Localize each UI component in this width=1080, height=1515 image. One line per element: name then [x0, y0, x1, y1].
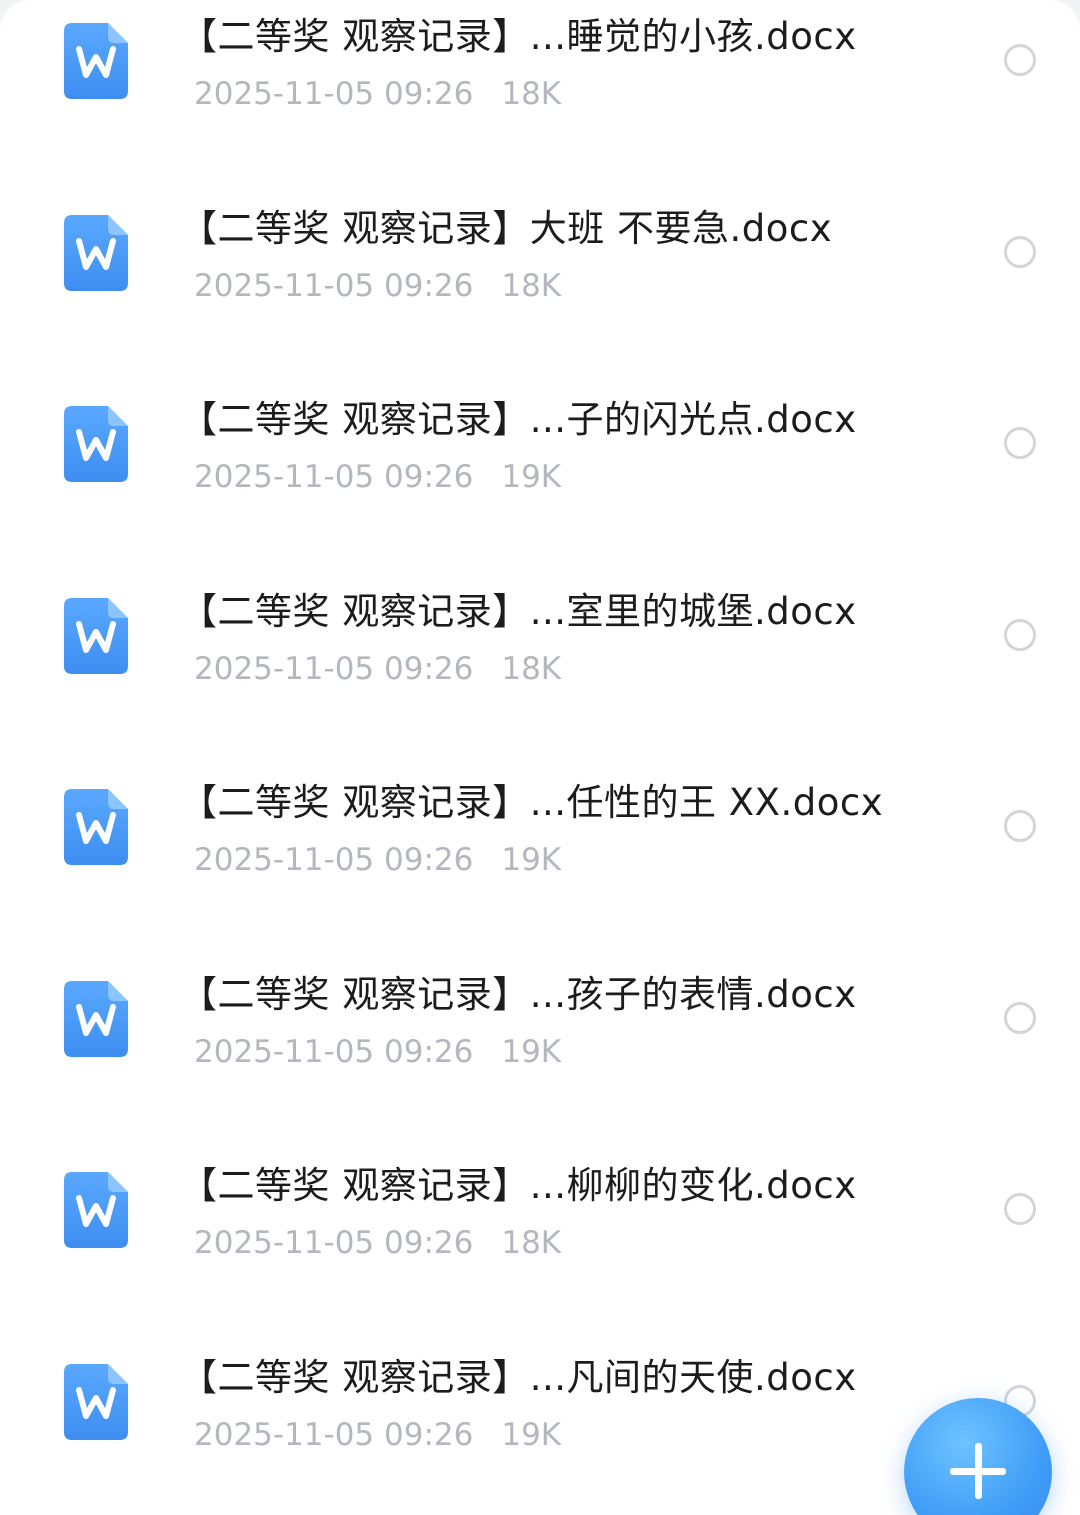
file-list-sheet: 【二等奖 观察记录】...睡觉的小孩.docx 2025-11-05 09:26… — [0, 0, 1080, 1515]
file-name: 【二等奖 观察记录】...凡间的天使.docx — [180, 1355, 857, 1399]
word-document-icon — [64, 789, 128, 865]
file-name: 【二等奖 观察记录】...孩子的表情.docx — [180, 972, 857, 1016]
file-name: 【二等奖 观察记录】...柳柳的变化.docx — [180, 1164, 857, 1207]
file-list-item[interactable]: 【二等奖 观察记录】...柳柳的变化.docx 2025-11-05 09:26… — [0, 1149, 1080, 1341]
file-name: 【二等奖 观察记录】大班 不要急.docx — [180, 206, 833, 250]
file-list: 【二等奖 观察记录】...睡觉的小孩.docx 2025-11-05 09:26… — [0, 0, 1080, 1515]
select-radio[interactable] — [1004, 810, 1036, 842]
file-date: 2025-11-05 09:26 — [194, 1033, 474, 1070]
word-document-icon — [64, 1172, 128, 1248]
file-name: 【二等奖 观察记录】...子的闪光点.docx — [180, 398, 857, 441]
file-size: 19K — [501, 1033, 562, 1070]
file-name: 【二等奖 观察记录】...任性的王 XX.docx — [180, 781, 884, 824]
file-list-item[interactable]: 【二等奖 观察记录】...任性的王 XX.docx 2025-11-05 09:… — [0, 766, 1080, 958]
file-date: 2025-11-05 09:26 — [194, 1225, 474, 1261]
file-size: 18K — [501, 1225, 562, 1261]
file-meta: 2025-11-05 09:26 18K — [194, 266, 561, 306]
word-document-icon — [64, 406, 128, 482]
file-date: 2025-11-05 09:26 — [194, 76, 474, 112]
file-size: 19K — [501, 459, 562, 495]
file-date: 2025-11-05 09:26 — [194, 842, 474, 878]
file-meta: 2025-11-05 09:26 19K — [194, 1415, 561, 1455]
word-document-icon — [64, 23, 128, 99]
file-list-item[interactable]: 【二等奖 观察记录】...室里的城堡.docx 2025-11-05 09:26… — [0, 575, 1080, 767]
word-document-icon — [64, 980, 128, 1057]
file-meta: 2025-11-05 09:26 19K — [194, 1032, 561, 1072]
select-radio[interactable] — [1004, 1193, 1036, 1225]
file-meta: 2025-11-05 09:26 18K — [194, 1223, 561, 1263]
file-size: 19K — [501, 1416, 562, 1453]
file-meta: 2025-11-05 09:26 19K — [194, 457, 561, 497]
file-date: 2025-11-05 09:26 — [194, 1416, 474, 1453]
file-list-item[interactable]: 【二等奖 观察记录】...孩子的表情.docx 2025-11-05 09:26… — [0, 958, 1080, 1150]
file-list-item[interactable]: 【二等奖 观察记录】...子的闪光点.docx 2025-11-05 09:26… — [0, 383, 1080, 575]
file-date: 2025-11-05 09:26 — [194, 459, 474, 495]
file-date: 2025-11-05 09:26 — [194, 267, 474, 304]
file-size: 18K — [501, 76, 562, 112]
select-radio[interactable] — [1004, 1001, 1036, 1034]
word-document-icon — [64, 1363, 128, 1440]
word-document-icon — [64, 214, 128, 291]
select-radio[interactable] — [1004, 618, 1036, 651]
file-meta: 2025-11-05 09:26 19K — [194, 840, 561, 880]
file-meta: 2025-11-05 09:26 18K — [194, 649, 561, 689]
file-name: 【二等奖 观察记录】...室里的城堡.docx — [180, 589, 857, 633]
word-document-icon — [64, 597, 128, 674]
file-meta: 2025-11-05 09:26 18K — [194, 74, 561, 114]
file-list-item[interactable]: 【二等奖 观察记录】...睡觉的小孩.docx 2025-11-05 09:26… — [0, 0, 1080, 192]
select-radio[interactable] — [1004, 44, 1036, 76]
file-size: 19K — [501, 842, 562, 878]
file-size: 18K — [501, 267, 562, 304]
file-size: 18K — [501, 650, 562, 687]
file-list-item[interactable]: 【二等奖 观察记录】大班 不要急.docx 2025-11-05 09:26 18… — [0, 192, 1080, 384]
select-radio[interactable] — [1004, 235, 1036, 268]
file-name: 【二等奖 观察记录】...睡觉的小孩.docx — [180, 15, 857, 58]
file-date: 2025-11-05 09:26 — [194, 650, 474, 687]
select-radio[interactable] — [1004, 427, 1036, 459]
